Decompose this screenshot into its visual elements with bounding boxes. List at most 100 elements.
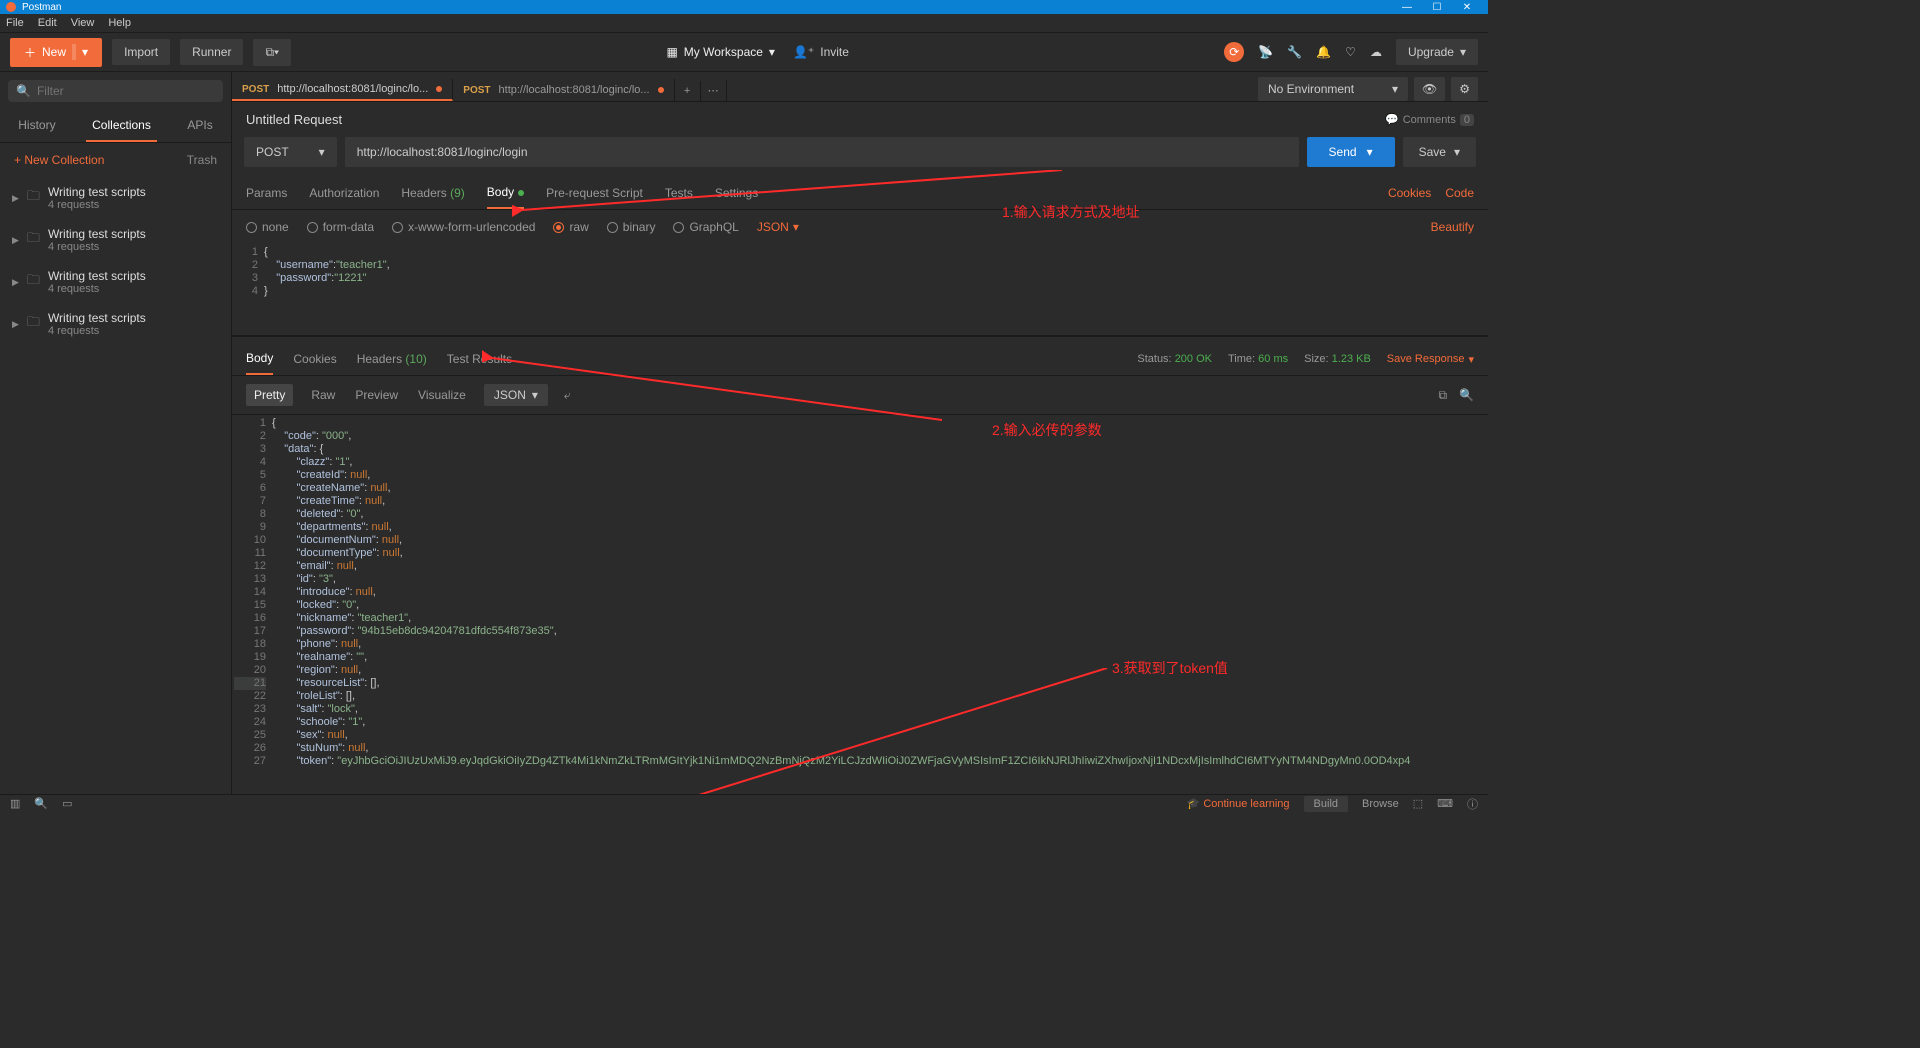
body-formdata[interactable]: form-data: [307, 220, 374, 234]
copy-icon[interactable]: ⧉: [1438, 388, 1447, 403]
minimize-button[interactable]: —: [1392, 2, 1422, 13]
beautify-link[interactable]: Beautify: [1431, 220, 1474, 234]
sidebar-tab-history[interactable]: History: [12, 110, 61, 142]
env-preview-icon[interactable]: 👁: [1414, 77, 1445, 101]
folder-icon: 🗀: [27, 313, 40, 335]
runner-button[interactable]: Runner: [180, 39, 243, 65]
resp-tab-cookies[interactable]: Cookies: [293, 344, 336, 374]
browse-button[interactable]: Browse: [1362, 798, 1399, 810]
cloud-icon[interactable]: ☁: [1370, 45, 1382, 59]
new-collection-link[interactable]: + New Collection: [14, 153, 104, 167]
workspace-selector[interactable]: ▦ My Workspace ▾: [666, 45, 775, 59]
menu-help[interactable]: Help: [108, 17, 131, 29]
collection-item[interactable]: ▶🗀Writing test scripts4 requests: [0, 303, 231, 345]
request-section-tabs: Params Authorization Headers (9) Body Pr…: [232, 177, 1488, 210]
request-body-editor[interactable]: 1234 { "username":"teacher1", "password"…: [232, 244, 1488, 336]
two-pane-icon[interactable]: ⬚: [1413, 797, 1423, 810]
environment-select[interactable]: No Environment▾: [1258, 77, 1408, 101]
search-icon[interactable]: 🔍: [1459, 388, 1474, 403]
view-preview[interactable]: Preview: [353, 384, 400, 406]
response-format-select[interactable]: JSON▾: [484, 384, 548, 406]
sidebar-toggle-icon[interactable]: ▥: [10, 797, 20, 810]
wordwrap-icon[interactable]: ⤶: [564, 388, 571, 403]
filter-box[interactable]: 🔍: [8, 80, 223, 102]
caret-down-icon[interactable]: ▾: [72, 44, 88, 60]
search-icon: 🔍: [16, 84, 31, 98]
cookies-link[interactable]: Cookies: [1388, 186, 1431, 200]
code-link[interactable]: Code: [1445, 186, 1474, 200]
open-new-icon[interactable]: ⧉▾: [253, 39, 291, 66]
save-button[interactable]: Save ▾: [1403, 137, 1476, 167]
dirty-indicator-icon: [658, 87, 664, 93]
collection-name: Writing test scripts: [48, 185, 146, 199]
sync-icon[interactable]: ⟳: [1224, 42, 1244, 62]
view-visualize[interactable]: Visualize: [416, 384, 468, 406]
trash-link[interactable]: Trash: [187, 153, 217, 167]
sidebar-tab-collections[interactable]: Collections: [86, 110, 157, 142]
collection-item[interactable]: ▶🗀Writing test scripts4 requests: [0, 261, 231, 303]
new-tab-button[interactable]: +: [675, 81, 701, 101]
upgrade-button[interactable]: Upgrade▾: [1396, 39, 1478, 65]
url-input[interactable]: [345, 137, 1299, 167]
body-format-select[interactable]: JSON▾: [757, 220, 799, 234]
body-graphql[interactable]: GraphQL: [673, 220, 738, 234]
view-pretty[interactable]: Pretty: [246, 384, 293, 406]
comments-button[interactable]: 💬 Comments 0: [1385, 113, 1474, 126]
close-button[interactable]: ✕: [1452, 2, 1482, 13]
chevron-right-icon: ▶: [12, 319, 19, 330]
tab-options-button[interactable]: ⋯: [701, 80, 727, 101]
tab-method: POST: [242, 84, 269, 95]
help-icon[interactable]: ⓘ: [1467, 796, 1478, 812]
heart-icon[interactable]: ♡: [1345, 45, 1356, 59]
chevron-right-icon: ▶: [12, 277, 19, 288]
wrench-icon[interactable]: 🔧: [1287, 45, 1302, 59]
body-xwww[interactable]: x-www-form-urlencoded: [392, 220, 535, 234]
collection-item[interactable]: ▶🗀Writing test scripts4 requests: [0, 219, 231, 261]
send-button[interactable]: Send ▾: [1307, 137, 1395, 167]
shortcuts-icon[interactable]: ⌨: [1437, 797, 1453, 810]
menu-edit[interactable]: Edit: [38, 17, 57, 29]
resp-tab-body[interactable]: Body: [246, 343, 273, 375]
tab-prerequest[interactable]: Pre-request Script: [546, 178, 643, 208]
tab-authorization[interactable]: Authorization: [309, 178, 379, 208]
tab-headers[interactable]: Headers (9): [401, 178, 464, 208]
collection-item[interactable]: ▶🗀Writing test scripts4 requests: [0, 177, 231, 219]
statusbar: ▥ 🔍 ▭ 🎓 Continue learning Build Browse ⬚…: [0, 794, 1488, 812]
find-icon[interactable]: 🔍: [34, 797, 48, 810]
satellite-icon[interactable]: 📡: [1258, 45, 1273, 59]
tab-settings[interactable]: Settings: [715, 178, 758, 208]
tab-params[interactable]: Params: [246, 178, 287, 208]
main-area: 🔍 History Collections APIs + New Collect…: [0, 72, 1488, 794]
resp-tab-tests[interactable]: Test Results: [447, 344, 512, 374]
body-raw[interactable]: raw: [553, 220, 588, 234]
app-title: Postman: [22, 2, 61, 13]
filter-input[interactable]: [37, 84, 215, 98]
tab-tests[interactable]: Tests: [665, 178, 693, 208]
new-button[interactable]: ＋ New ▾: [10, 38, 102, 67]
resp-tab-headers[interactable]: Headers (10): [357, 344, 427, 374]
invite-icon: 👤⁺: [793, 45, 814, 59]
response-body-viewer[interactable]: 1234567891011121314151617181920212223242…: [232, 415, 1488, 794]
console-icon[interactable]: ▭: [62, 797, 72, 810]
body-binary[interactable]: binary: [607, 220, 656, 234]
maximize-button[interactable]: ☐: [1422, 2, 1452, 13]
request-name[interactable]: Untitled Request: [246, 112, 342, 127]
build-button[interactable]: Build: [1304, 796, 1348, 812]
save-response-button[interactable]: Save Response ▾: [1387, 353, 1474, 366]
env-settings-icon[interactable]: ⚙: [1451, 77, 1478, 101]
menu-view[interactable]: View: [71, 17, 95, 29]
bell-icon[interactable]: 🔔: [1316, 45, 1331, 59]
menu-file[interactable]: File: [6, 17, 24, 29]
request-tab[interactable]: POSThttp://localhost:8081/loginc/lo...: [232, 79, 453, 101]
body-none[interactable]: none: [246, 220, 289, 234]
continue-learning-link[interactable]: 🎓 Continue learning: [1187, 797, 1290, 810]
chevron-right-icon: ▶: [12, 235, 19, 246]
invite-button[interactable]: 👤⁺ Invite: [793, 45, 849, 59]
request-tab[interactable]: POSThttp://localhost:8081/loginc/lo...: [453, 79, 674, 101]
import-button[interactable]: Import: [112, 39, 170, 65]
caret-down-icon: ▾: [793, 220, 799, 234]
view-raw[interactable]: Raw: [309, 384, 337, 406]
method-select[interactable]: POST ▾: [244, 137, 337, 167]
tab-body[interactable]: Body: [487, 177, 524, 209]
sidebar-tab-apis[interactable]: APIs: [181, 110, 218, 142]
